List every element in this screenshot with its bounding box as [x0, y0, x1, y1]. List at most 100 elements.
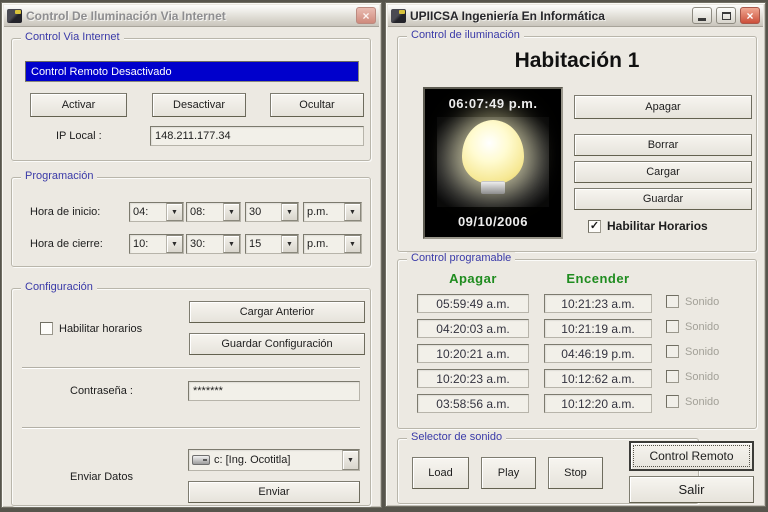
ocultar-button[interactable]: Ocultar [270, 93, 364, 117]
desactivar-button[interactable]: Desactivar [152, 93, 246, 117]
checkbox-disabled [666, 370, 679, 383]
contrasena-label: Contraseña : [70, 385, 133, 397]
encender-time-field[interactable]: 10:21:19 a.m. [544, 319, 652, 338]
inicio-ampm-select[interactable]: p.m. ▼ [303, 202, 362, 222]
app-icon [391, 9, 406, 23]
salir-button[interactable]: Salir [629, 476, 754, 503]
minimize-icon[interactable] [692, 7, 712, 24]
chevron-down-icon[interactable]: ▼ [166, 235, 183, 253]
apagar-time-field[interactable]: 04:20:03 a.m. [417, 319, 529, 338]
encender-time-field[interactable]: 10:12:62 a.m. [544, 369, 652, 388]
enviar-button[interactable]: Enviar [188, 481, 360, 503]
close-icon[interactable]: × [356, 7, 376, 24]
drive-select[interactable]: c: [Ing. Ocotitla] ▼ [188, 449, 360, 471]
contrasena-input[interactable] [188, 381, 360, 401]
maximize-icon[interactable] [716, 7, 736, 24]
sonido-checkbox-row: Sonido [666, 395, 719, 408]
inicio-second-select[interactable]: 30 ▼ [245, 202, 299, 222]
apagar-time-field[interactable]: 05:59:49 a.m. [417, 294, 529, 313]
titlebar-right[interactable]: UPIICSA Ingeniería En Informática × [388, 5, 763, 27]
load-button[interactable]: Load [412, 457, 469, 489]
group-control-programable: Control programable Apagar Encender 05:5… [397, 259, 757, 429]
room-heading: Habitación 1 [398, 49, 756, 73]
window-title: UPIICSA Ingeniería En Informática [410, 9, 688, 23]
enviar-datos-label: Enviar Datos [70, 471, 133, 483]
group-label: Control Via Internet [21, 31, 124, 43]
ip-label: IP Local : [56, 130, 102, 142]
chevron-down-icon[interactable]: ▼ [166, 203, 183, 221]
activar-button[interactable]: Activar [30, 93, 127, 117]
habilitar-horarios-label: Habilitar horarios [59, 323, 142, 335]
control-remoto-button[interactable]: Control Remoto [629, 441, 754, 471]
habilitar-horarios-checkbox-row[interactable]: ✓ Habilitar Horarios [588, 219, 708, 233]
status-bar: Control Remoto Desactivado [25, 61, 359, 82]
lightbulb-icon [462, 120, 524, 194]
encender-time-field[interactable]: 10:21:23 a.m. [544, 294, 652, 313]
window-control-iluminacion: Control De Iluminación Via Internet × Co… [1, 2, 382, 508]
sonido-checkbox-row: Sonido [666, 345, 719, 358]
hora-inicio-label: Hora de inicio: [30, 206, 100, 218]
drive-icon [192, 455, 210, 465]
encender-time-field[interactable]: 04:46:19 p.m. [544, 344, 652, 363]
encender-time-field[interactable]: 10:12:20 a.m. [544, 394, 652, 413]
clock-time: 06:07:49 p.m. [425, 96, 561, 111]
apagar-time-field[interactable]: 03:58:56 a.m. [417, 394, 529, 413]
checkbox-disabled [666, 295, 679, 308]
checkbox-checked[interactable]: ✓ [588, 220, 601, 233]
cierre-ampm-select[interactable]: p.m. ▼ [303, 234, 362, 254]
apagar-time-field[interactable]: 10:20:23 a.m. [417, 369, 529, 388]
divider [22, 427, 360, 429]
chevron-down-icon[interactable]: ▼ [344, 235, 361, 253]
group-label: Programación [21, 170, 97, 182]
checkbox-disabled [666, 395, 679, 408]
column-header-apagar: Apagar [417, 271, 529, 286]
app-icon [7, 9, 22, 23]
sonido-checkbox-row: Sonido [666, 320, 719, 333]
inicio-minute-select[interactable]: 08: ▼ [186, 202, 241, 222]
habilitar-horarios-checkbox-row[interactable]: Habilitar horarios [40, 322, 142, 335]
guardar-button[interactable]: Guardar [574, 188, 752, 210]
apagar-button[interactable]: Apagar [574, 95, 752, 119]
chevron-down-icon[interactable]: ▼ [223, 203, 240, 221]
titlebar-left[interactable]: Control De Iluminación Via Internet × [4, 5, 379, 27]
inicio-hour-select[interactable]: 04: ▼ [129, 202, 184, 222]
group-label: Configuración [21, 281, 97, 293]
cierre-hour-select[interactable]: 10: ▼ [129, 234, 184, 254]
chevron-down-icon[interactable]: ▼ [223, 235, 240, 253]
stop-button[interactable]: Stop [548, 457, 603, 489]
borrar-button[interactable]: Borrar [574, 134, 752, 156]
checkbox-unchecked[interactable] [40, 322, 53, 335]
sonido-checkbox-row: Sonido [666, 295, 719, 308]
chevron-down-icon[interactable]: ▼ [281, 203, 298, 221]
cierre-minute-select[interactable]: 30: ▼ [186, 234, 241, 254]
sonido-label: Sonido [685, 396, 719, 408]
chevron-down-icon[interactable]: ▼ [344, 203, 361, 221]
checkbox-disabled [666, 345, 679, 358]
hora-cierre-label: Hora de cierre: [30, 238, 103, 250]
group-configuracion: Configuración Cargar Anterior Habilitar … [11, 288, 371, 506]
column-header-encender: Encender [544, 271, 652, 286]
clock-date: 09/10/2006 [425, 214, 561, 229]
sonido-label: Sonido [685, 371, 719, 383]
window-title: Control De Iluminación Via Internet [26, 9, 352, 23]
cierre-second-select[interactable]: 15 ▼ [245, 234, 299, 254]
cargar-anterior-button[interactable]: Cargar Anterior [189, 301, 365, 323]
group-label: Control de iluminación [407, 29, 524, 41]
divider [22, 367, 360, 369]
group-control-iluminacion: Control de iluminación Habitación 1 06:0… [397, 36, 757, 252]
bulb-clock-panel: 06:07:49 p.m. 09/10/2006 [423, 87, 563, 239]
chevron-down-icon[interactable]: ▼ [342, 450, 359, 470]
sonido-label: Sonido [685, 296, 719, 308]
sonido-label: Sonido [685, 346, 719, 358]
group-control-via-internet: Control Via Internet Control Remoto Desa… [11, 38, 371, 161]
guardar-configuracion-button[interactable]: Guardar Configuración [189, 333, 365, 355]
ip-field[interactable]: 148.211.177.34 [150, 126, 364, 146]
cargar-button[interactable]: Cargar [574, 161, 752, 183]
close-icon[interactable]: × [740, 7, 760, 24]
play-button[interactable]: Play [481, 457, 536, 489]
sonido-checkbox-row: Sonido [666, 370, 719, 383]
apagar-time-field[interactable]: 10:20:21 a.m. [417, 344, 529, 363]
checkbox-disabled [666, 320, 679, 333]
window-upiicsa: UPIICSA Ingeniería En Informática × Cont… [385, 2, 766, 507]
chevron-down-icon[interactable]: ▼ [281, 235, 298, 253]
